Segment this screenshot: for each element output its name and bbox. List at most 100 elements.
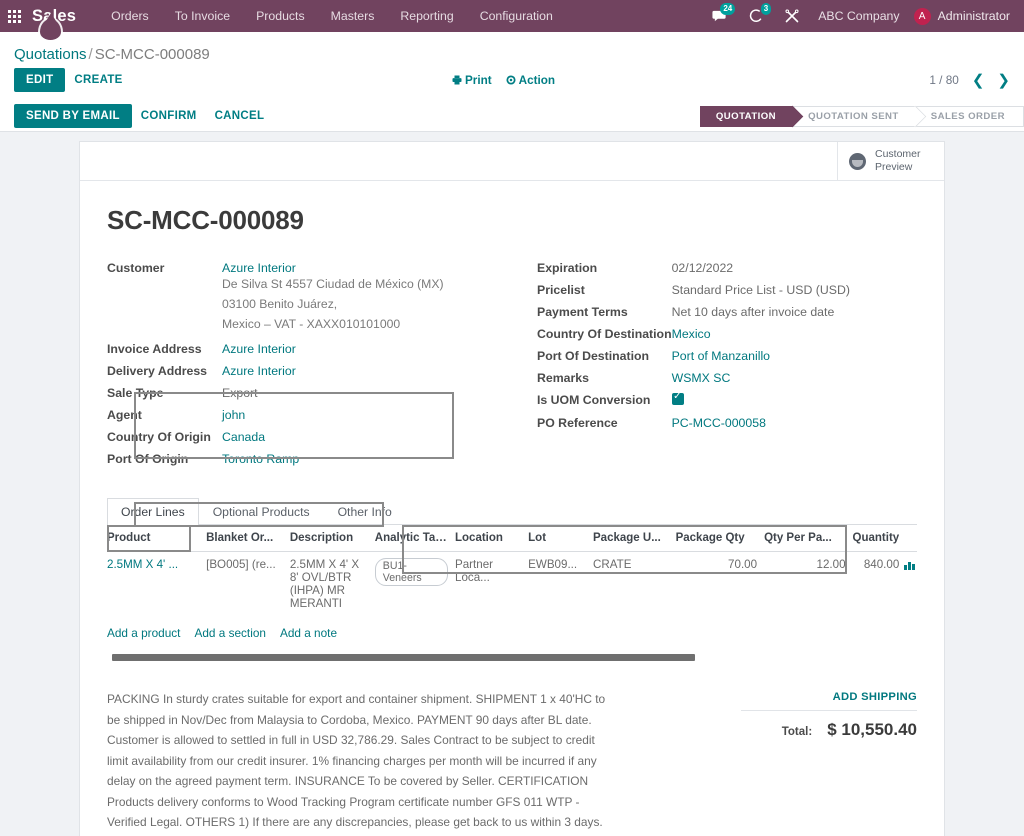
cancel-button[interactable]: CANCEL <box>206 105 274 127</box>
analytic-tag-badge: BU1-Veneers <box>374 558 448 587</box>
add-shipping-button[interactable]: ADD SHIPPING <box>741 691 917 712</box>
main-menu: Orders To Invoice Products Masters Repor… <box>98 3 566 29</box>
horizontal-scrollbar[interactable] <box>107 653 917 664</box>
col-location[interactable]: Location <box>455 525 529 553</box>
top-navbar: Sales Orders To Invoice Products Masters… <box>0 0 1024 32</box>
payment-terms-label: Payment Terms <box>537 305 628 319</box>
add-a-note-link[interactable]: Add a note <box>280 626 337 640</box>
create-button[interactable]: CREATE <box>65 69 131 91</box>
tab-order-lines[interactable]: Order Lines <box>107 498 199 526</box>
order-lines-scroll-area[interactable]: Product Blanket Or... Description Analyt… <box>107 525 917 649</box>
port-of-destination-link[interactable]: Port of Manzanillo <box>672 349 770 363</box>
agent-label: Agent <box>107 408 142 423</box>
wrench-tools-icon <box>785 9 799 23</box>
delivery-address-link[interactable]: Azure Interior <box>222 364 296 378</box>
customer-preview-button[interactable]: Customer Preview <box>837 142 944 180</box>
pager-next-button[interactable]: ❯ <box>997 73 1010 88</box>
add-a-section-link[interactable]: Add a section <box>194 626 265 640</box>
cell-product[interactable]: 2.5MM X 4' ... <box>107 552 206 617</box>
cell-package-uom[interactable]: CRATE <box>593 552 676 617</box>
col-qty-per-package[interactable]: Qty Per Pa... <box>764 525 853 553</box>
edit-button[interactable]: EDIT <box>14 68 66 92</box>
forecast-chart-icon[interactable] <box>904 560 916 570</box>
breadcrumb: Quotations / SC-MCC-000089 <box>0 32 1024 68</box>
agent-link[interactable]: john <box>222 408 245 422</box>
cell-qty-per-package[interactable]: 12.00 <box>764 552 852 617</box>
cell-blanket-order[interactable]: [BO005] (re... <box>206 552 290 617</box>
print-button[interactable]: Print <box>452 74 492 87</box>
menu-item-configuration[interactable]: Configuration <box>467 3 566 29</box>
status-quotation-sent-label: QUOTATION SENT <box>808 110 899 122</box>
add-a-product-link[interactable]: Add a product <box>107 626 180 640</box>
horizontal-scrollbar-thumb[interactable] <box>112 654 695 662</box>
activities-button[interactable]: 3 <box>738 0 774 32</box>
action-label: Action <box>518 73 555 87</box>
product-link[interactable]: 2.5MM X 4' ... <box>107 558 178 571</box>
pager-previous-button[interactable]: ❮ <box>972 73 985 88</box>
cell-quantity[interactable]: 840.00 <box>853 552 917 617</box>
port-of-origin-link[interactable]: Toronto Ramp <box>222 452 299 466</box>
cell-package-qty[interactable]: 70.00 <box>676 552 764 617</box>
apps-grid-icon[interactable] <box>8 9 21 23</box>
col-package-uom[interactable]: Package U... <box>593 525 676 553</box>
col-description[interactable]: Description <box>289 525 375 553</box>
cell-analytic-tags[interactable]: BU1-Veneers <box>374 552 455 617</box>
order-lines-container: Product Blanket Or... Description Analyt… <box>107 525 917 664</box>
table-row[interactable]: 2.5MM X 4' ... [BO005] (re... 2.5MM X 4'… <box>107 552 917 617</box>
cell-location[interactable]: Partner Loca... <box>455 552 528 617</box>
field-remarks: Remarks WSMX SC <box>537 367 917 389</box>
field-pricelist: Pricelist Standard Price List - USD (USD… <box>537 279 917 301</box>
company-switcher[interactable]: ABC Company <box>810 9 913 23</box>
country-of-destination-link[interactable]: Mexico <box>672 327 711 341</box>
action-button[interactable]: Action <box>506 74 555 87</box>
messages-button[interactable]: 24 <box>701 0 738 32</box>
col-analytic-tags[interactable]: Analytic Tags <box>374 525 455 553</box>
col-package-qty[interactable]: Package Qty <box>675 525 765 553</box>
tab-other-info[interactable]: Other Info <box>324 498 406 525</box>
country-of-origin-link[interactable]: Canada <box>222 430 265 444</box>
confirm-button[interactable]: CONFIRM <box>132 105 206 127</box>
pricelist-value[interactable]: Standard Price List - USD (USD) <box>672 279 917 301</box>
payment-terms-value[interactable]: Net 10 days after invoice date <box>672 301 917 323</box>
status-bar: QUOTATION QUOTATION SENT SALES ORDER <box>699 105 1024 127</box>
customer-preview-line2: Preview <box>875 161 913 173</box>
status-quotation[interactable]: QUOTATION <box>699 105 804 127</box>
status-quotation-sent[interactable]: QUOTATION SENT <box>792 105 926 127</box>
col-lot[interactable]: Lot <box>528 525 594 553</box>
port-of-destination-label: Port Of Destination <box>537 349 650 363</box>
control-panel-status-row: SEND BY EMAIL CONFIRM CANCEL QUOTATION Q… <box>0 101 1024 131</box>
debug-tools-button[interactable] <box>774 0 810 32</box>
pager: 1 / 80 ❮ ❯ <box>929 73 1010 88</box>
sheet-button-box-row: Customer Preview <box>80 142 944 181</box>
tab-optional-products[interactable]: Optional Products <box>199 498 324 525</box>
terms-and-conditions-note[interactable]: PACKING In sturdy crates suitable for ex… <box>107 689 615 836</box>
sale-type-value[interactable]: Export <box>222 382 516 404</box>
country-of-destination-label: Country Of Destination <box>537 327 672 341</box>
menu-item-masters[interactable]: Masters <box>318 3 388 29</box>
col-blanket-order[interactable]: Blanket Or... <box>206 525 290 553</box>
cell-lot[interactable]: EWB09... <box>528 552 593 617</box>
field-is-uom-conversion: Is UOM Conversion <box>537 389 917 412</box>
col-product[interactable]: Product <box>107 525 207 553</box>
user-menu[interactable]: A Administrator <box>913 7 1014 25</box>
send-by-email-button[interactable]: SEND BY EMAIL <box>14 104 132 128</box>
col-quantity[interactable]: Quantity <box>852 525 917 553</box>
menu-item-products[interactable]: Products <box>243 3 318 29</box>
breadcrumb-quotations[interactable]: Quotations <box>14 46 87 63</box>
avatar: A <box>913 7 931 25</box>
expiration-value[interactable]: 02/12/2022 <box>672 257 917 279</box>
cell-description[interactable]: 2.5MM X 4' X 8' OVL/BTR (IHPA) MR MERANT… <box>290 552 375 617</box>
is-uom-conversion-checkbox[interactable] <box>671 391 684 405</box>
menu-item-orders[interactable]: Orders <box>98 3 162 29</box>
status-sales-order[interactable]: SALES ORDER <box>914 105 1024 127</box>
menu-item-to-invoice[interactable]: To Invoice <box>162 3 243 29</box>
remarks-link[interactable]: WSMX SC <box>672 371 731 385</box>
po-reference-link[interactable]: PC-MCC-000058 <box>672 416 766 430</box>
menu-item-reporting[interactable]: Reporting <box>387 3 466 29</box>
control-panel-center-actions: Print Action <box>452 74 555 87</box>
invoice-address-link[interactable]: Azure Interior <box>222 342 296 356</box>
customer-address-line-3: Mexico – VAT - XAXX010101000 <box>222 316 401 331</box>
field-country-of-destination: Country Of Destination Mexico <box>537 323 917 345</box>
printer-icon <box>452 75 462 84</box>
customer-link[interactable]: Azure Interior <box>222 261 296 275</box>
